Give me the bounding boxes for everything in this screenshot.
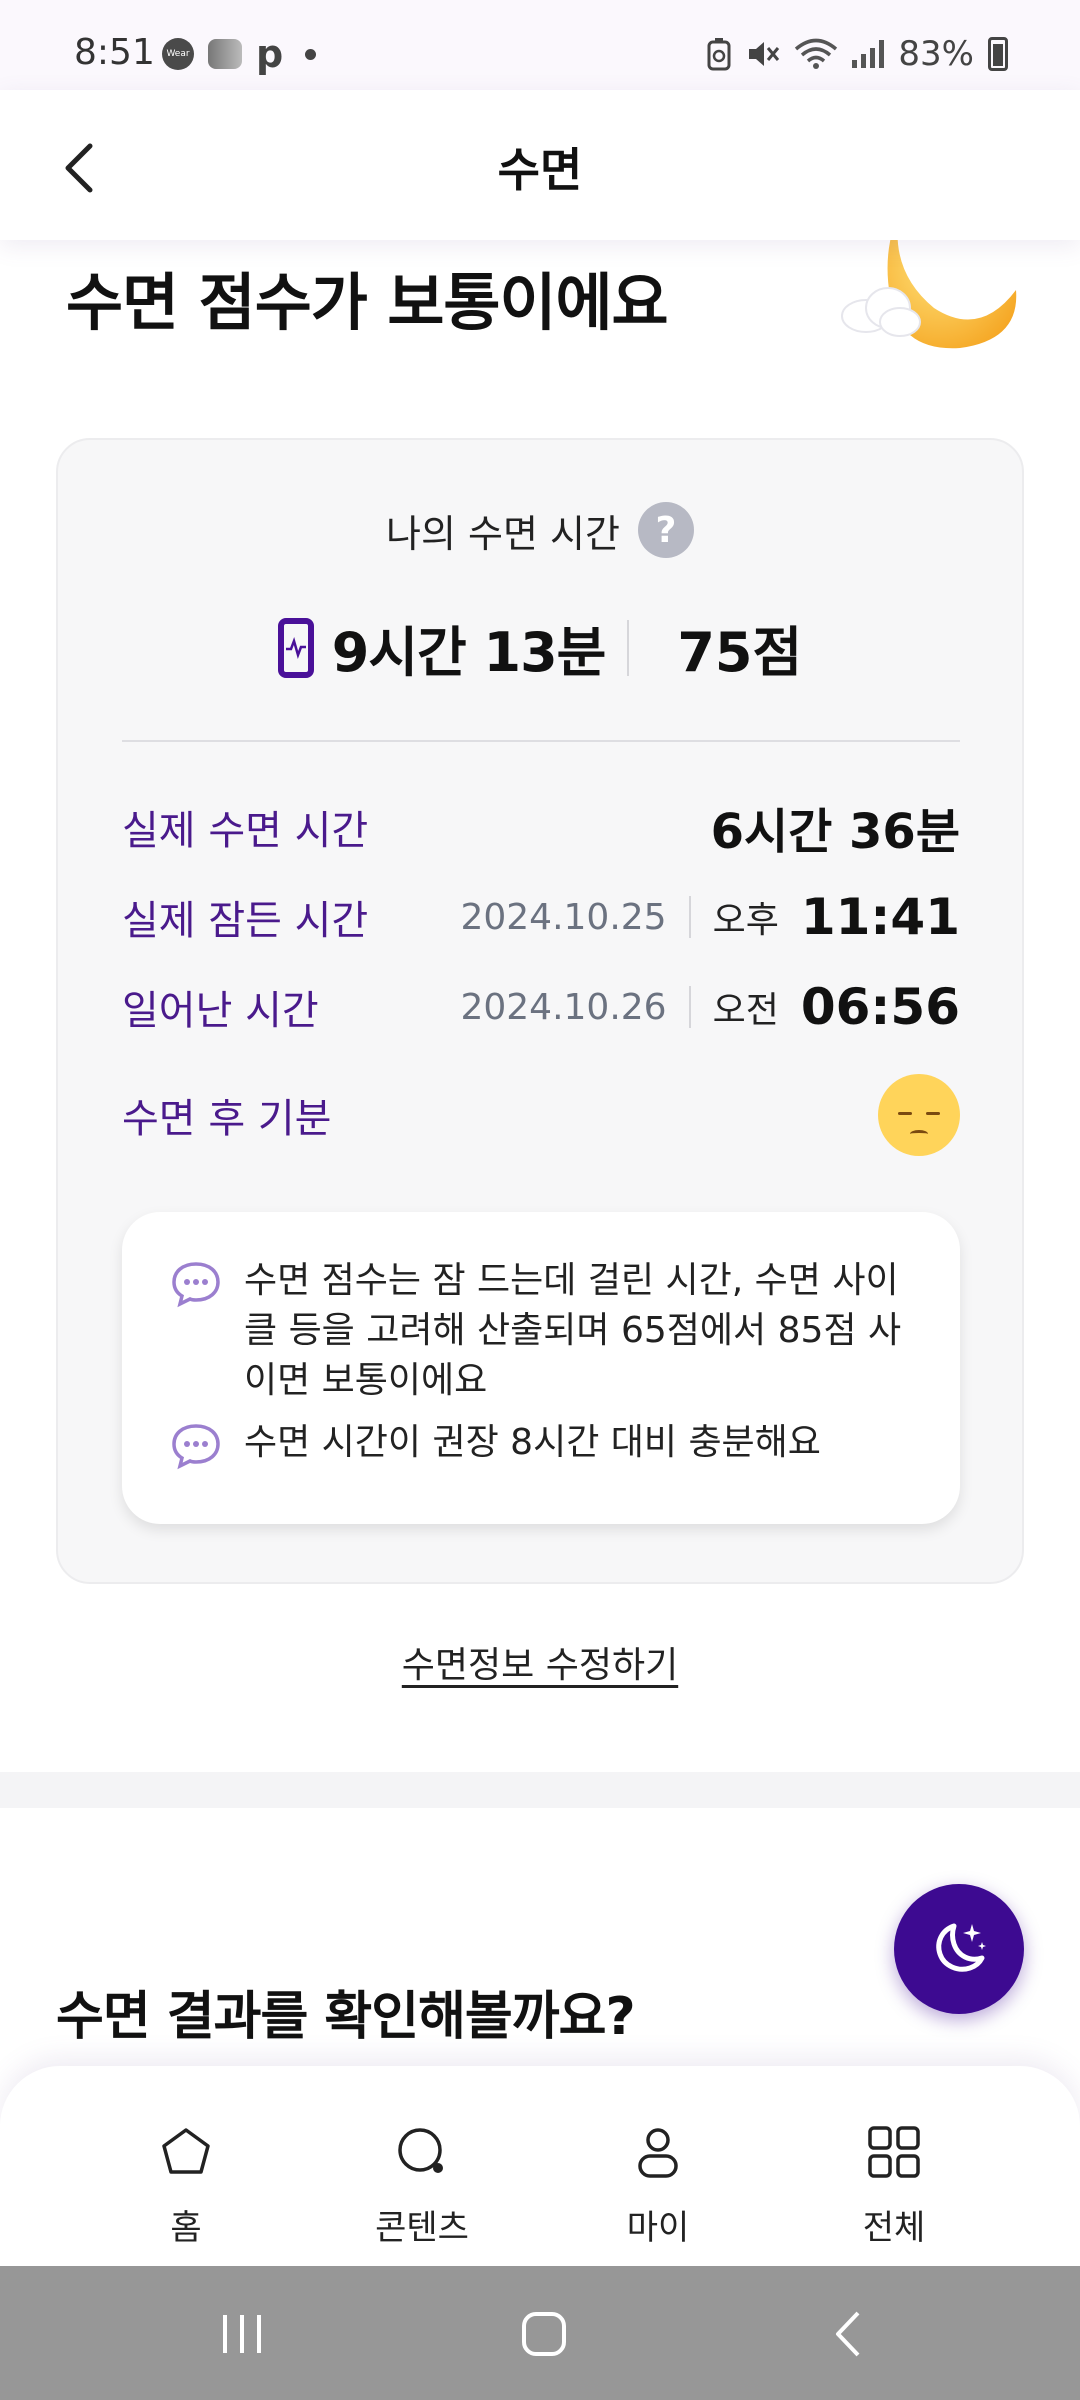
more-notifications-dot-icon: [305, 48, 317, 60]
fell-asleep-ampm: 오후: [712, 900, 779, 941]
card-divider: [122, 740, 960, 742]
sleep-mode-fab[interactable]: [894, 1884, 1024, 2014]
woke-up-ampm: 오전: [712, 990, 779, 1031]
tip-text: 수면 점수는 잠 드는데 걸린 시간, 수면 사이클 등을 고려해 산출되며 6…: [244, 1260, 902, 1401]
mute-icon: [749, 42, 780, 66]
row-label: 실제 수면 시간: [122, 808, 369, 854]
recent-apps-button[interactable]: [212, 2306, 272, 2362]
person-icon: [638, 2128, 678, 2178]
tip-text: 수면 시간이 권장 8시간 대비 충분해요: [244, 1422, 821, 1463]
edit-sleep-info-link-row: 수면정보 수정하기: [0, 1636, 1080, 1688]
home-square-icon: [522, 2312, 566, 2356]
battery-icon: [988, 37, 1008, 71]
battery-saver-icon: [707, 38, 731, 71]
nav-label: 전체: [862, 2208, 926, 2248]
row-label: 실제 잠든 시간: [122, 898, 369, 944]
back-system-button[interactable]: [818, 2306, 878, 2362]
score-tips-box: 수면 점수는 잠 드는데 걸린 시간, 수면 사이클 등을 고려해 산출되며 6…: [122, 1212, 960, 1524]
woke-up-row: 일어난 시간 2024.10.26 오전 06:56: [122, 972, 960, 1042]
row-label: 일어난 시간: [122, 988, 319, 1034]
fell-asleep-time: 11:41: [800, 888, 960, 946]
signal-strength-icon: [852, 40, 885, 68]
summary-divider: [627, 619, 630, 676]
sleep-score-headline: 수면 점수가 보통이에요: [66, 266, 669, 339]
help-icon[interactable]: ?: [637, 502, 694, 558]
page-title: 수면: [497, 143, 583, 197]
actual-sleep-row: 실제 수면 시간 6시간 36분: [122, 792, 960, 862]
status-system-icons: 83%: [706, 34, 1008, 74]
battery-percent: 83%: [898, 34, 974, 74]
section-title: 수면 결과를 확인해볼까요?: [56, 1987, 636, 2047]
chat-bubble-icon: [172, 1262, 220, 1308]
card-title-label: 나의 수면 시간: [386, 511, 620, 556]
sleep-summary: 9시간 13분 75점: [58, 608, 1022, 687]
total-sleep-duration: 9시간 13분: [331, 621, 607, 684]
wifi-icon: [795, 38, 838, 69]
row-separator: [688, 896, 691, 938]
phone-sleep-icon: [277, 617, 314, 678]
card-title: 나의 수면 시간 ?: [58, 502, 1022, 558]
nav-my[interactable]: 마이: [588, 2122, 728, 2249]
nav-contents[interactable]: 콘텐츠: [352, 2122, 492, 2249]
sleep-score: 75점: [677, 621, 803, 684]
status-time: 8:51: [74, 32, 155, 73]
app-notification-icon: [208, 39, 242, 69]
sad-face-icon: [878, 1074, 960, 1156]
nav-home[interactable]: 홈: [116, 2122, 256, 2249]
woke-up-time: 06:56: [800, 978, 960, 1036]
system-navigation-bar: [0, 2266, 1080, 2400]
row-label: 수면 후 기분: [122, 1096, 332, 1142]
status-notification-icons: Wear p: [162, 32, 317, 76]
recent-apps-icon: [223, 2315, 261, 2353]
fell-asleep-row: 실제 잠든 시간 2024.10.25 오후 11:41: [122, 882, 960, 952]
moon-stars-icon: [936, 1923, 986, 1972]
back-chevron-icon: [836, 2311, 860, 2357]
sleep-summary-card: 나의 수면 시간 ? 9시간 13분 75점 실제 수면 시간 6시간 36분 …: [56, 438, 1024, 1584]
fell-asleep-date: 2024.10.25: [460, 896, 667, 938]
actual-sleep-value: 6시간 36분: [710, 804, 960, 860]
nav-label: 콘텐츠: [375, 2208, 469, 2248]
wear-app-icon: Wear: [162, 38, 194, 70]
home-system-button[interactable]: [514, 2306, 574, 2362]
bottom-navigation: 홈 콘텐츠 마이 전체: [0, 2066, 1080, 2266]
app-header: 수면: [0, 90, 1080, 240]
chat-bubble-icon: [172, 1424, 220, 1470]
mood-row: 수면 후 기분: [122, 1070, 960, 1160]
edit-sleep-info-link[interactable]: 수면정보 수정하기: [402, 1645, 678, 1686]
nav-all[interactable]: 전체: [824, 2122, 964, 2249]
home-icon: [162, 2128, 210, 2174]
row-separator: [688, 986, 691, 1028]
nav-label: 홈: [170, 2208, 202, 2248]
tip-item: 수면 점수는 잠 드는데 걸린 시간, 수면 사이클 등을 고려해 산출되며 6…: [170, 1256, 908, 1406]
section-separator: [0, 1772, 1080, 1808]
search-icon: [398, 2128, 443, 2173]
grid-icon: [868, 2126, 920, 2178]
p-app-icon: p: [256, 32, 284, 76]
tip-item: 수면 시간이 권장 8시간 대비 충분해요: [170, 1418, 908, 1470]
nav-label: 마이: [626, 2208, 690, 2248]
woke-up-date: 2024.10.26: [460, 986, 667, 1028]
